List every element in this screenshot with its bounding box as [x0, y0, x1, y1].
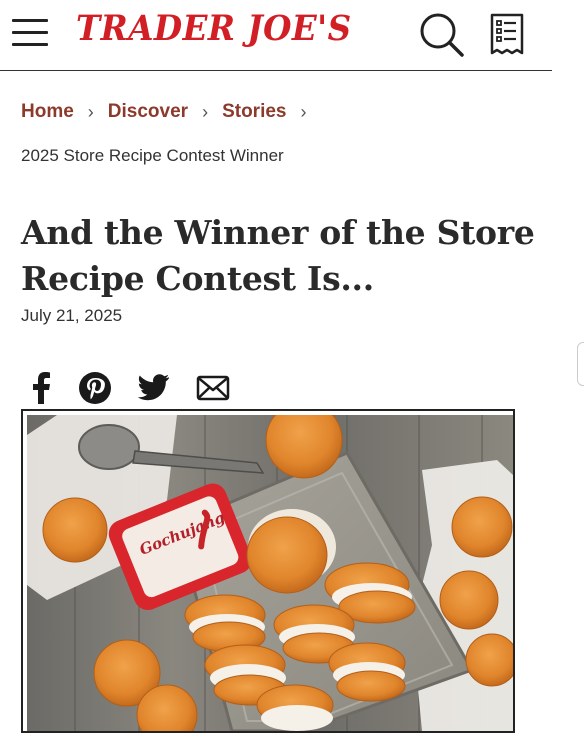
share-bar	[30, 371, 230, 405]
chevron-right-icon: ›	[87, 101, 94, 122]
email-icon[interactable]	[196, 375, 230, 401]
menu-icon[interactable]	[12, 16, 50, 50]
site-logo[interactable]: TRADER JOE'S	[76, 8, 352, 49]
hero-photo: Gochujang	[27, 415, 513, 731]
facebook-icon[interactable]	[30, 372, 52, 404]
article-title: And the Winner of the Store Recipe Conte…	[21, 213, 535, 298]
chevron-right-icon: ›	[202, 101, 209, 122]
article-date: July 21, 2025	[21, 306, 123, 325]
breadcrumb-discover[interactable]: Discover	[108, 101, 188, 123]
twitter-icon[interactable]	[138, 374, 170, 402]
site-header: TRADER JOE'S	[0, 0, 552, 71]
shopping-list-icon[interactable]	[488, 13, 528, 57]
side-feedback-tab[interactable]	[577, 342, 584, 386]
breadcrumb: Home › Discover › Stories ›	[21, 101, 321, 123]
breadcrumb-stories[interactable]: Stories	[222, 101, 286, 123]
chevron-right-icon: ›	[300, 101, 307, 122]
breadcrumb-home[interactable]: Home	[21, 101, 74, 123]
search-icon[interactable]	[418, 11, 466, 59]
pinterest-icon[interactable]	[78, 371, 112, 405]
breadcrumb-current: 2025 Store Recipe Contest Winner	[21, 146, 284, 165]
hero-image-frame: Gochujang	[21, 409, 515, 733]
